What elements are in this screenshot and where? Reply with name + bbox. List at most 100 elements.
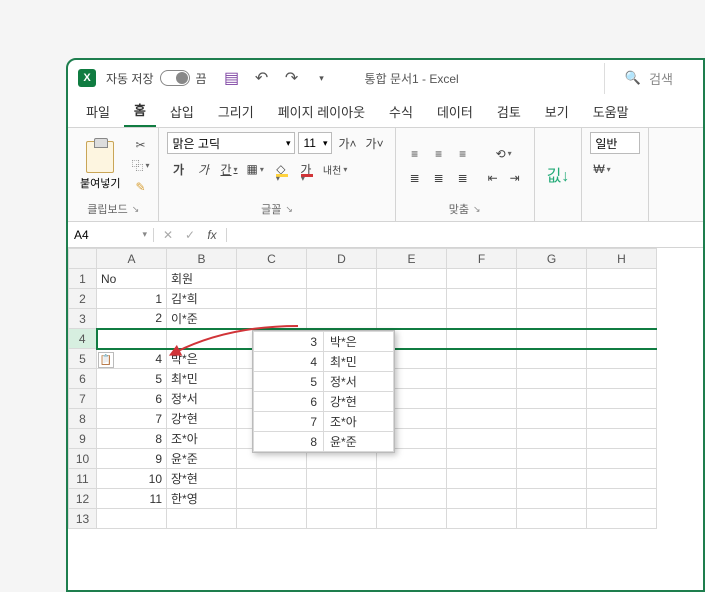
cell[interactable]	[517, 449, 587, 469]
row-header[interactable]: 7	[69, 389, 97, 409]
tab-데이터[interactable]: 데이터	[427, 96, 483, 127]
grow-font-button[interactable]: 가˄	[335, 132, 359, 154]
row-header[interactable]: 12	[69, 489, 97, 509]
row-header[interactable]: 13	[69, 509, 97, 529]
cell[interactable]	[447, 409, 517, 429]
cell[interactable]: 강*현	[167, 409, 237, 429]
enter-fx-icon[interactable]: ✓	[180, 228, 200, 242]
col-header-H[interactable]: H	[587, 249, 657, 269]
cell[interactable]	[587, 409, 657, 429]
tab-보기[interactable]: 보기	[535, 96, 579, 127]
cancel-fx-icon[interactable]: ✕	[158, 228, 178, 242]
row-header[interactable]: 3	[69, 309, 97, 329]
cell[interactable]: 한*영	[167, 489, 237, 509]
tab-파일[interactable]: 파일	[76, 96, 120, 127]
cell[interactable]	[517, 349, 587, 369]
cell[interactable]: 회원	[167, 269, 237, 289]
cell[interactable]: 1	[97, 289, 167, 309]
cell[interactable]	[447, 389, 517, 409]
cell[interactable]	[587, 309, 657, 329]
cell[interactable]	[447, 449, 517, 469]
cell[interactable]	[447, 509, 517, 529]
cell[interactable]	[517, 309, 587, 329]
cell[interactable]: 최*민	[167, 369, 237, 389]
paste-button[interactable]: 붙여넣기	[76, 141, 124, 191]
cell[interactable]: 정*서	[167, 389, 237, 409]
cell[interactable]	[587, 509, 657, 529]
cell[interactable]	[447, 489, 517, 509]
tab-페이지 레이아웃[interactable]: 페이지 레이아웃	[268, 96, 375, 127]
cell[interactable]	[167, 329, 237, 349]
cell[interactable]	[377, 269, 447, 289]
cell[interactable]	[587, 269, 657, 289]
cell[interactable]	[587, 489, 657, 509]
fill-color-button[interactable]: ◇	[270, 158, 292, 180]
cell[interactable]: 10	[97, 469, 167, 489]
tab-그리기[interactable]: 그리기	[208, 96, 264, 127]
font-name-select[interactable]: 맑은 고딕▾	[167, 132, 295, 154]
cell[interactable]	[377, 469, 447, 489]
indent-decrease-button[interactable]: ⇤	[482, 167, 504, 189]
cell[interactable]: 8	[97, 429, 167, 449]
currency-button[interactable]: ₩	[590, 158, 613, 180]
col-header-G[interactable]: G	[517, 249, 587, 269]
col-header-D[interactable]: D	[307, 249, 377, 269]
cell[interactable]	[97, 509, 167, 529]
cell[interactable]: 김*희	[167, 289, 237, 309]
cut-icon[interactable]: ✂	[130, 136, 150, 154]
cell[interactable]	[587, 449, 657, 469]
cell[interactable]	[517, 289, 587, 309]
cell[interactable]	[517, 389, 587, 409]
row-header[interactable]: 5	[69, 349, 97, 369]
orientation-button[interactable]: ⟲	[482, 143, 526, 165]
cell[interactable]	[97, 329, 167, 349]
italic-button[interactable]: 가	[192, 158, 214, 180]
row-header[interactable]: 11	[69, 469, 97, 489]
cell[interactable]	[447, 429, 517, 449]
row-header[interactable]: 9	[69, 429, 97, 449]
qat-more-icon[interactable]: ▾	[313, 69, 331, 87]
align-launcher[interactable]: ↘	[473, 204, 481, 215]
cell[interactable]: 7	[97, 409, 167, 429]
cell[interactable]: 11	[97, 489, 167, 509]
redo-icon[interactable]: ↷	[283, 69, 301, 87]
tab-검토[interactable]: 검토	[487, 96, 531, 127]
save-icon[interactable]: ▤	[223, 69, 241, 87]
cell[interactable]: 조*아	[167, 429, 237, 449]
cell[interactable]	[517, 369, 587, 389]
select-all-corner[interactable]	[69, 249, 97, 269]
cell[interactable]	[237, 289, 307, 309]
fx-icon[interactable]: fx	[202, 228, 222, 242]
cell[interactable]: 이*준	[167, 309, 237, 329]
row-header[interactable]: 6	[69, 369, 97, 389]
align-top-button[interactable]: ≡	[404, 143, 426, 165]
cell[interactable]	[517, 469, 587, 489]
align-middle-button[interactable]: ≡	[428, 143, 450, 165]
format-painter-icon[interactable]: ✎	[130, 178, 150, 196]
worksheet-grid[interactable]: ABCDEFGH 1No회원21김*희32이*준454박*은65최*민76정*서…	[68, 248, 703, 568]
cell[interactable]: 5	[97, 369, 167, 389]
cell[interactable]	[307, 469, 377, 489]
cell[interactable]	[447, 309, 517, 329]
cell[interactable]	[447, 329, 517, 349]
row-header[interactable]: 8	[69, 409, 97, 429]
sort-button[interactable]: 깂↓	[543, 162, 574, 186]
col-header-F[interactable]: F	[447, 249, 517, 269]
cell[interactable]	[447, 369, 517, 389]
cell[interactable]	[517, 269, 587, 289]
cell[interactable]	[307, 289, 377, 309]
bold-button[interactable]: 가	[167, 158, 189, 180]
cell[interactable]	[307, 489, 377, 509]
cell[interactable]	[587, 289, 657, 309]
phonetic-button[interactable]: 내천	[320, 158, 350, 180]
cell[interactable]	[517, 409, 587, 429]
col-header-A[interactable]: A	[97, 249, 167, 269]
row-header[interactable]: 10	[69, 449, 97, 469]
cell[interactable]	[237, 489, 307, 509]
cell[interactable]	[167, 509, 237, 529]
cell[interactable]: 윤*준	[167, 449, 237, 469]
font-size-select[interactable]: 11▾	[298, 132, 332, 154]
cell[interactable]	[377, 289, 447, 309]
row-header[interactable]: 4	[69, 329, 97, 349]
cell[interactable]	[237, 509, 307, 529]
